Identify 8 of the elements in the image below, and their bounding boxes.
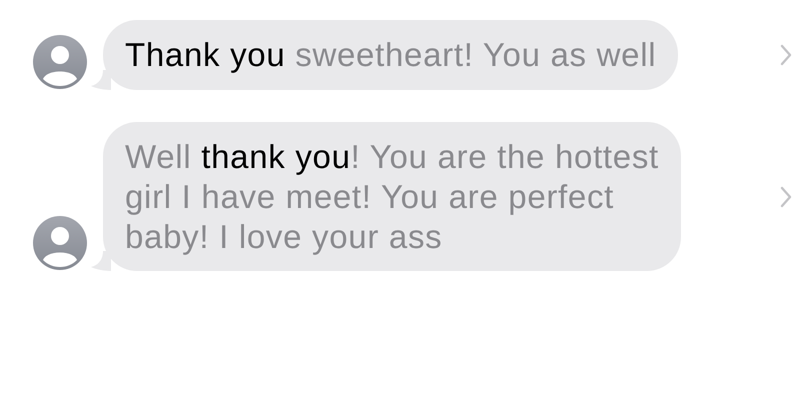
avatar-icon — [33, 35, 87, 89]
message-bubble[interactable]: Well thank you! You are the hottest girl I have meet! You are perfect baby! I love your ass — [103, 122, 681, 271]
chevron-icon[interactable] — [780, 44, 792, 66]
message-text: Well thank you! You are the hottest girl I have meet! You are perfect baby! I love your ass — [125, 136, 659, 256]
message-bubble[interactable]: Thank you sweetheart! You as well — [103, 20, 678, 90]
message-text: Thank you sweetheart! You as well — [125, 35, 656, 75]
chevron-icon[interactable] — [780, 186, 792, 208]
avatar-icon — [33, 216, 87, 270]
